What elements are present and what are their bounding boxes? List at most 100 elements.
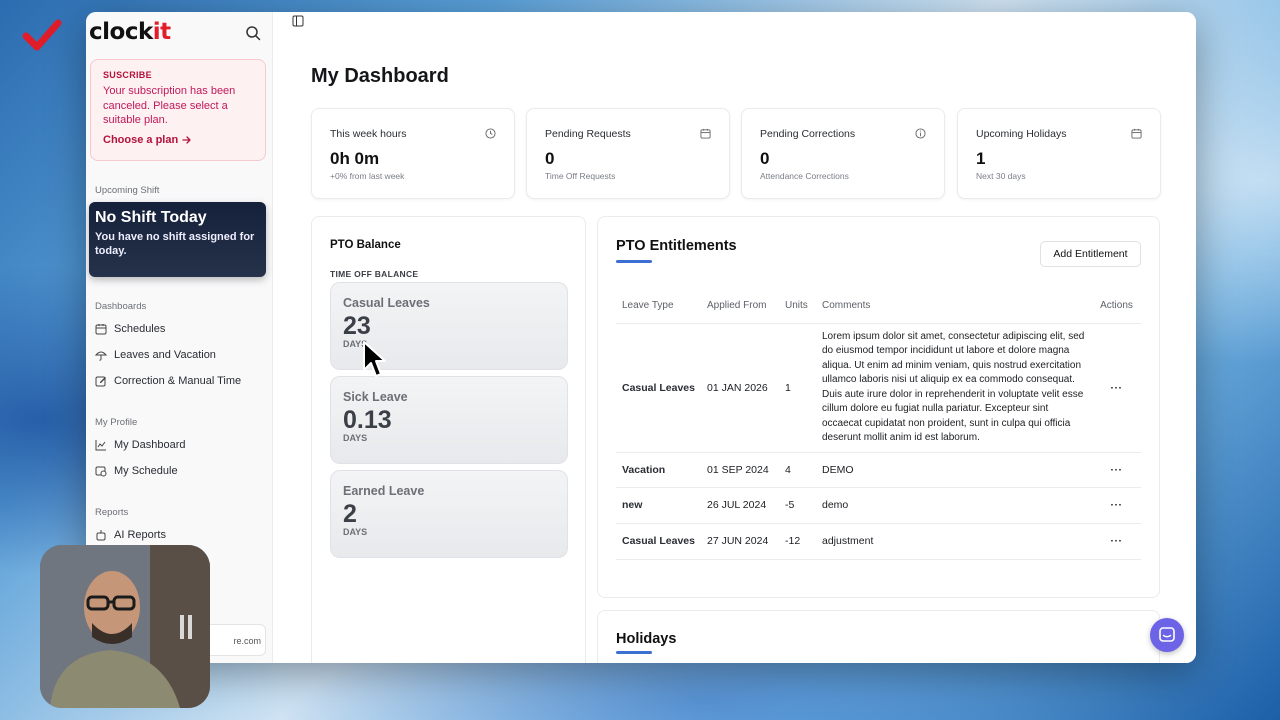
stat-label: This week hours [330, 128, 407, 140]
column-header-comments[interactable]: Comments [816, 289, 1092, 324]
row-actions-menu-icon[interactable]: ··· [1092, 523, 1141, 560]
subscription-message: Your subscription has been canceled. Ple… [103, 85, 236, 126]
table-header-row: Leave Type Applied From Units Comments A… [616, 289, 1141, 324]
calendar-icon [95, 324, 107, 335]
stat-value: 0h 0m [330, 149, 380, 168]
calendar-clock-icon [95, 466, 107, 477]
stat-card-upcoming-holidays[interactable]: Upcoming Holidays 1 Next 30 days [957, 108, 1161, 199]
choose-plan-label: Choose a plan [103, 133, 179, 146]
column-header-units[interactable]: Units [779, 289, 816, 324]
dashboards-section-label: Dashboards [95, 301, 147, 312]
title-underline [616, 260, 652, 263]
column-header-applied-from[interactable]: Applied From [701, 289, 779, 324]
mouse-cursor-icon [363, 341, 386, 377]
leave-card-sick[interactable]: Sick Leave 0.13 DAYS [330, 376, 568, 464]
stat-sub: Time Off Requests [545, 171, 616, 181]
leave-card-earned[interactable]: Earned Leave 2 DAYS [330, 470, 568, 558]
sidebar-item-schedules[interactable]: Schedules [95, 323, 165, 335]
choose-plan-link[interactable]: Choose a plan [103, 134, 253, 146]
stat-card-pending-corrections[interactable]: Pending Corrections 0 Attendance Correct… [741, 108, 945, 199]
sidebar-item-label: Leaves and Vacation [114, 349, 216, 361]
sidebar-item-correction-manual-time[interactable]: Correction & Manual Time [95, 375, 241, 387]
title-underline [616, 651, 652, 654]
cell-leave-type: Vacation [616, 452, 701, 488]
subscription-title: SUSCRIBE [103, 70, 152, 80]
stat-card-week-hours[interactable]: This week hours 0h 0m +0% from last week [311, 108, 515, 199]
search-icon[interactable] [245, 25, 261, 41]
cell-applied-from: 01 SEP 2024 [701, 452, 779, 488]
row-actions-menu-icon[interactable]: ··· [1092, 487, 1141, 524]
sidebar-item-label: My Schedule [114, 465, 178, 477]
stat-label: Pending Corrections [760, 128, 856, 140]
upcoming-shift-label: Upcoming Shift [95, 185, 160, 196]
sidebar-item-ai-reports[interactable]: AI Reports [95, 529, 166, 541]
stat-sub: +0% from last week [330, 171, 405, 181]
leave-name: Casual Leaves [343, 296, 430, 310]
sidebar-item-label: AI Reports [114, 529, 166, 541]
column-header-leave-type[interactable]: Leave Type [616, 289, 701, 324]
cell-leave-type: Casual Leaves [616, 523, 701, 560]
pto-entitlements-panel: PTO Entitlements Add Entitlement Leave T… [597, 216, 1160, 598]
holidays-title: Holidays [616, 631, 677, 647]
chart-icon [95, 440, 106, 451]
shift-title: No Shift Today [95, 209, 207, 226]
arrow-right-icon [182, 135, 191, 144]
sidebar-item-leaves-vacation[interactable]: Leaves and Vacation [95, 349, 216, 361]
stat-label: Pending Requests [545, 128, 631, 140]
time-off-balance-label: TIME OFF BALANCE [330, 269, 419, 279]
sidebar-item-label: Schedules [114, 323, 166, 335]
cell-comments: Lorem ipsum dolor sit amet, consectetur … [816, 323, 1092, 453]
info-icon [915, 128, 926, 139]
stat-value: 1 [976, 149, 986, 168]
calendar-icon [1131, 128, 1142, 139]
table-row: Vacation 01 SEP 2024 4 DEMO ··· [616, 452, 1141, 488]
cell-applied-from: 01 JAN 2026 [701, 323, 779, 453]
stat-value: 0 [545, 149, 555, 168]
chat-launcher-button[interactable] [1150, 618, 1184, 652]
cell-applied-from: 26 JUL 2024 [701, 487, 779, 524]
pto-balance-title: PTO Balance [330, 239, 401, 251]
cell-leave-type: Casual Leaves [616, 323, 701, 453]
main-content: My Dashboard This week hours 0h 0m +0% f… [274, 12, 1196, 663]
table-row: new 26 JUL 2024 -5 demo ··· [616, 487, 1141, 524]
row-actions-menu-icon[interactable]: ··· [1092, 452, 1141, 488]
leave-value: 2 [343, 500, 357, 528]
sidebar-item-label: My Dashboard [114, 439, 186, 451]
app-logo[interactable]: clockit [89, 19, 171, 45]
row-actions-menu-icon[interactable]: ··· [1092, 323, 1141, 453]
logo-text-prefix: clock [89, 19, 153, 45]
cell-leave-type: new [616, 487, 701, 524]
cell-units: 1 [779, 323, 816, 453]
calendar-icon [700, 128, 711, 139]
stat-sub: Attendance Corrections [760, 171, 849, 181]
table-row: Casual Leaves 27 JUN 2024 -12 adjustment… [616, 523, 1141, 560]
checkmark-logo-icon [22, 19, 62, 51]
cell-comments: demo [816, 487, 1092, 524]
sidebar-item-my-schedule[interactable]: My Schedule [95, 465, 178, 477]
entitlements-table: Leave Type Applied From Units Comments A… [616, 289, 1141, 560]
clock-icon [485, 128, 496, 139]
leave-name: Sick Leave [343, 390, 408, 404]
logo-text-suffix: it [152, 19, 171, 45]
leave-value: 23 [343, 312, 371, 340]
cell-comments: adjustment [816, 523, 1092, 560]
leave-name: Earned Leave [343, 484, 425, 498]
profile-section-label: My Profile [95, 417, 138, 428]
stat-label: Upcoming Holidays [976, 128, 1067, 140]
shift-message: You have no shift assigned for today. [95, 231, 255, 257]
sidebar-item-my-dashboard[interactable]: My Dashboard [95, 439, 186, 451]
cell-applied-from: 27 JUN 2024 [701, 523, 779, 560]
pto-balance-panel: PTO Balance TIME OFF BALANCE Casual Leav… [311, 216, 586, 663]
upcoming-shift-card: No Shift Today You have no shift assigne… [89, 202, 266, 277]
cell-units: 4 [779, 452, 816, 488]
cell-units: -5 [779, 487, 816, 524]
umbrella-icon [95, 351, 107, 361]
edit-icon [95, 376, 106, 387]
sidebar-toggle-icon[interactable] [292, 15, 304, 27]
app-window: clockit SUSCRIBE Your subscription has b… [86, 12, 1196, 663]
column-header-actions: Actions [1092, 289, 1141, 324]
stat-card-pending-requests[interactable]: Pending Requests 0 Time Off Requests [526, 108, 730, 199]
page-title: My Dashboard [311, 65, 449, 87]
cell-units: -12 [779, 523, 816, 560]
add-entitlement-button[interactable]: Add Entitlement [1040, 241, 1141, 267]
